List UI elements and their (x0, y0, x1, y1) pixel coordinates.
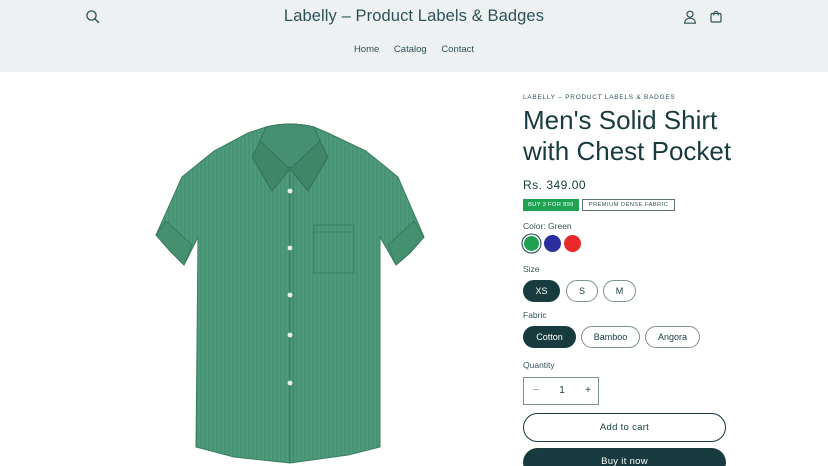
size-label: Size (523, 264, 540, 274)
quantity-stepper: − 1 + (523, 377, 599, 405)
product-badges: BUY 3 FOR 899 PREMIUM DENSE FABRIC (523, 199, 733, 212)
quantity-increase-button[interactable]: + (576, 378, 600, 404)
nav-home[interactable]: Home (354, 44, 379, 55)
nav-catalog[interactable]: Catalog (394, 44, 427, 55)
swatch-green[interactable] (524, 236, 539, 251)
add-to-cart-button[interactable]: Add to cart (523, 413, 726, 442)
product-price: Rs. 349.00 (523, 178, 587, 192)
fabric-label: Fabric (523, 310, 547, 320)
color-label: Color: Green (523, 221, 572, 231)
swatch-red[interactable] (564, 235, 581, 252)
fabric-option-bamboo[interactable]: Bamboo (581, 326, 640, 348)
cart-icon[interactable] (708, 9, 724, 25)
store-title[interactable]: Labelly – Product Labels & Badges (0, 7, 828, 26)
product-info: LABELLY – PRODUCT LABELS & BADGES Men's … (523, 94, 733, 405)
quantity-input[interactable]: 1 (548, 378, 576, 404)
nav-contact[interactable]: Contact (441, 44, 474, 55)
account-icon[interactable] (682, 9, 698, 25)
size-option-xs[interactable]: XS (523, 280, 560, 302)
buy-now-button[interactable]: Buy it now (523, 448, 726, 466)
quantity-label: Quantity (523, 360, 555, 370)
size-options: XS S M (523, 280, 733, 303)
color-swatches (523, 235, 733, 255)
product-title: Men's Solid Shirt with Chest Pocket (523, 105, 732, 166)
fabric-option-angora[interactable]: Angora (645, 326, 700, 348)
size-option-s[interactable]: S (566, 280, 598, 302)
fabric-option-cotton[interactable]: Cotton (523, 326, 576, 348)
main-nav: Home Catalog Contact (0, 44, 828, 55)
swatch-blue[interactable] (544, 235, 561, 252)
fabric-options: Cotton Bamboo Angora (523, 326, 733, 349)
fabric-badge: PREMIUM DENSE FABRIC (581, 199, 676, 211)
size-option-m[interactable]: M (603, 280, 636, 302)
vendor-label: LABELLY – PRODUCT LABELS & BADGES (523, 94, 676, 101)
product-image[interactable] (148, 95, 432, 466)
quantity-decrease-button[interactable]: − (524, 378, 548, 404)
site-header: Labelly – Product Labels & Badges Home C… (0, 0, 828, 72)
offer-badge: BUY 3 FOR 899 (523, 199, 579, 211)
